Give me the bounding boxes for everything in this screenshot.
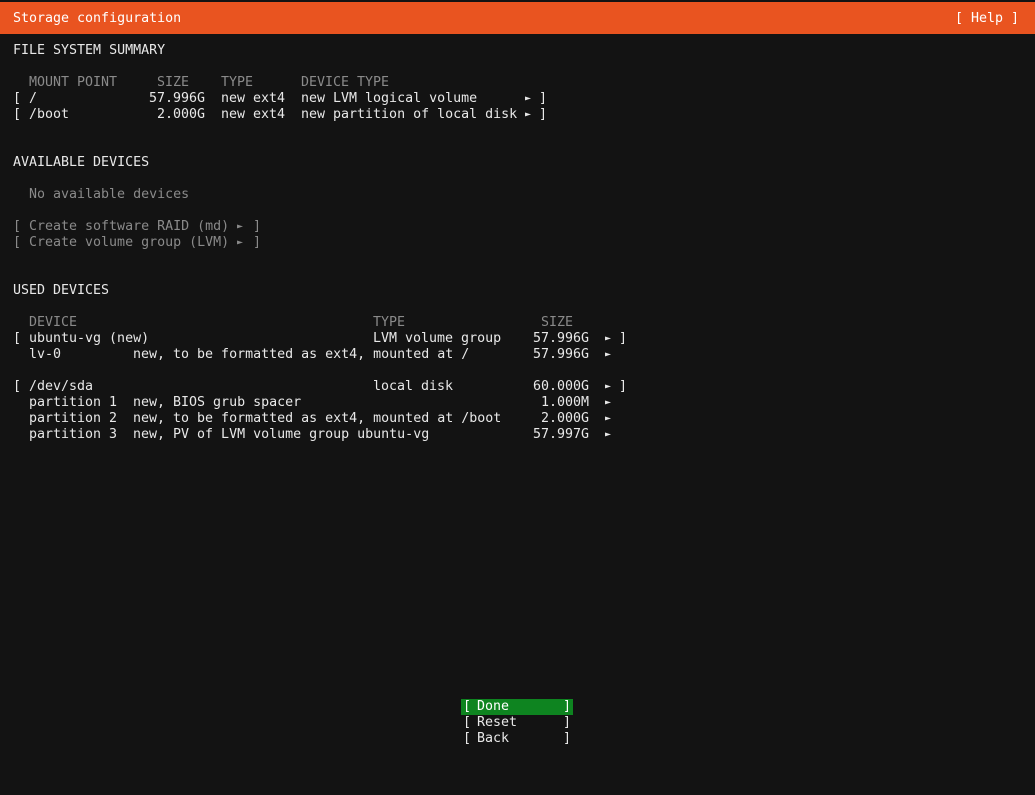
- bracket-open: [: [13, 219, 22, 234]
- bracket-open: [: [463, 715, 472, 730]
- title-bar: Storage configuration [ Help ]: [0, 2, 1035, 34]
- bracket-close: ]: [539, 91, 548, 106]
- arrow-right-icon[interactable]: ►: [525, 91, 531, 107]
- help-button[interactable]: [ Help ]: [955, 11, 1019, 26]
- bracket-close: ]: [562, 699, 571, 714]
- used-heading: USED DEVICES: [13, 283, 110, 298]
- device-size: 57.996G: [533, 331, 590, 346]
- bracket-open: [: [13, 331, 22, 346]
- device-desc: new, to be formatted as ext4, mounted at…: [133, 411, 502, 426]
- reset-button[interactable]: [ Reset ]: [461, 715, 573, 731]
- bracket-close: ]: [539, 107, 548, 122]
- device-type: LVM volume group: [373, 331, 502, 346]
- device-type: local disk: [373, 379, 454, 394]
- used-col-device: DEVICE: [29, 315, 78, 330]
- bracket-open: [: [13, 107, 22, 122]
- bracket-close: ]: [253, 235, 262, 250]
- page-title: Storage configuration: [13, 11, 182, 26]
- fs-col-device-type: DEVICE TYPE: [301, 75, 390, 90]
- device-size: 2.000G: [541, 411, 590, 426]
- device-desc: new, PV of LVM volume group ubuntu-vg: [133, 427, 430, 442]
- arrow-right-icon[interactable]: ►: [605, 379, 611, 395]
- bracket-open: [: [13, 379, 22, 394]
- used-col-type: TYPE: [373, 315, 406, 330]
- done-button[interactable]: [ Done ]: [461, 699, 573, 715]
- device-size: 57.997G: [533, 427, 590, 442]
- device-size: 57.996G: [533, 347, 590, 362]
- create-lvm-label: Create volume group (LVM): [29, 235, 230, 250]
- bracket-open: [: [463, 699, 472, 714]
- bracket-open: [: [13, 235, 22, 250]
- bracket-close: ]: [619, 379, 628, 394]
- fs-size: 57.996G: [149, 91, 206, 106]
- fs-col-type: TYPE: [221, 75, 254, 90]
- device-desc: new, to be formatted as ext4, mounted at…: [133, 347, 470, 362]
- available-heading: AVAILABLE DEVICES: [13, 155, 150, 170]
- arrow-right-icon: ►: [237, 221, 244, 232]
- no-devices-text: No available devices: [29, 187, 190, 202]
- device-name: partition 2: [29, 411, 118, 426]
- reset-label: Reset: [477, 715, 518, 730]
- arrow-right-icon[interactable]: ►: [605, 395, 611, 411]
- fs-col-mount-point: MOUNT POINT: [29, 75, 118, 90]
- device-size: 1.000M: [541, 395, 590, 410]
- bracket-close: ]: [562, 715, 571, 730]
- arrow-right-icon[interactable]: ►: [605, 331, 611, 347]
- bracket-close: ]: [253, 219, 262, 234]
- fs-mount: /boot: [29, 107, 70, 122]
- arrow-right-icon[interactable]: ►: [525, 107, 531, 123]
- fs-size: 2.000G: [157, 107, 206, 122]
- fs-col-size: SIZE: [157, 75, 190, 90]
- device-name: /dev/sda: [29, 379, 94, 394]
- fs-type: new ext4: [221, 107, 286, 122]
- create-raid-label: Create software RAID (md): [29, 219, 230, 234]
- fs-mount: /: [29, 91, 38, 106]
- bracket-open: [: [463, 731, 472, 746]
- bracket-open: [: [13, 91, 22, 106]
- device-desc: new, BIOS grub spacer: [133, 395, 302, 410]
- fs-device-type: new partition of local disk: [301, 107, 518, 122]
- fs-device-type: new LVM logical volume: [301, 91, 478, 106]
- used-col-size: SIZE: [541, 315, 574, 330]
- device-size: 60.000G: [533, 379, 590, 394]
- arrow-right-icon[interactable]: ►: [605, 411, 611, 427]
- fs-summary-heading: FILE SYSTEM SUMMARY: [13, 43, 166, 58]
- back-label: Back: [477, 731, 510, 746]
- device-name: ubuntu-vg (new): [29, 331, 150, 346]
- fs-type: new ext4: [221, 91, 286, 106]
- arrow-right-icon: ►: [237, 237, 244, 248]
- done-label: Done: [477, 699, 510, 714]
- device-name: lv-0: [29, 347, 62, 362]
- arrow-right-icon[interactable]: ►: [605, 347, 611, 363]
- bracket-close: ]: [619, 331, 628, 346]
- device-name: partition 1: [29, 395, 118, 410]
- arrow-right-icon[interactable]: ►: [605, 427, 611, 443]
- back-button[interactable]: [ Back ]: [461, 731, 573, 747]
- bracket-close: ]: [562, 731, 571, 746]
- device-name: partition 3: [29, 427, 118, 442]
